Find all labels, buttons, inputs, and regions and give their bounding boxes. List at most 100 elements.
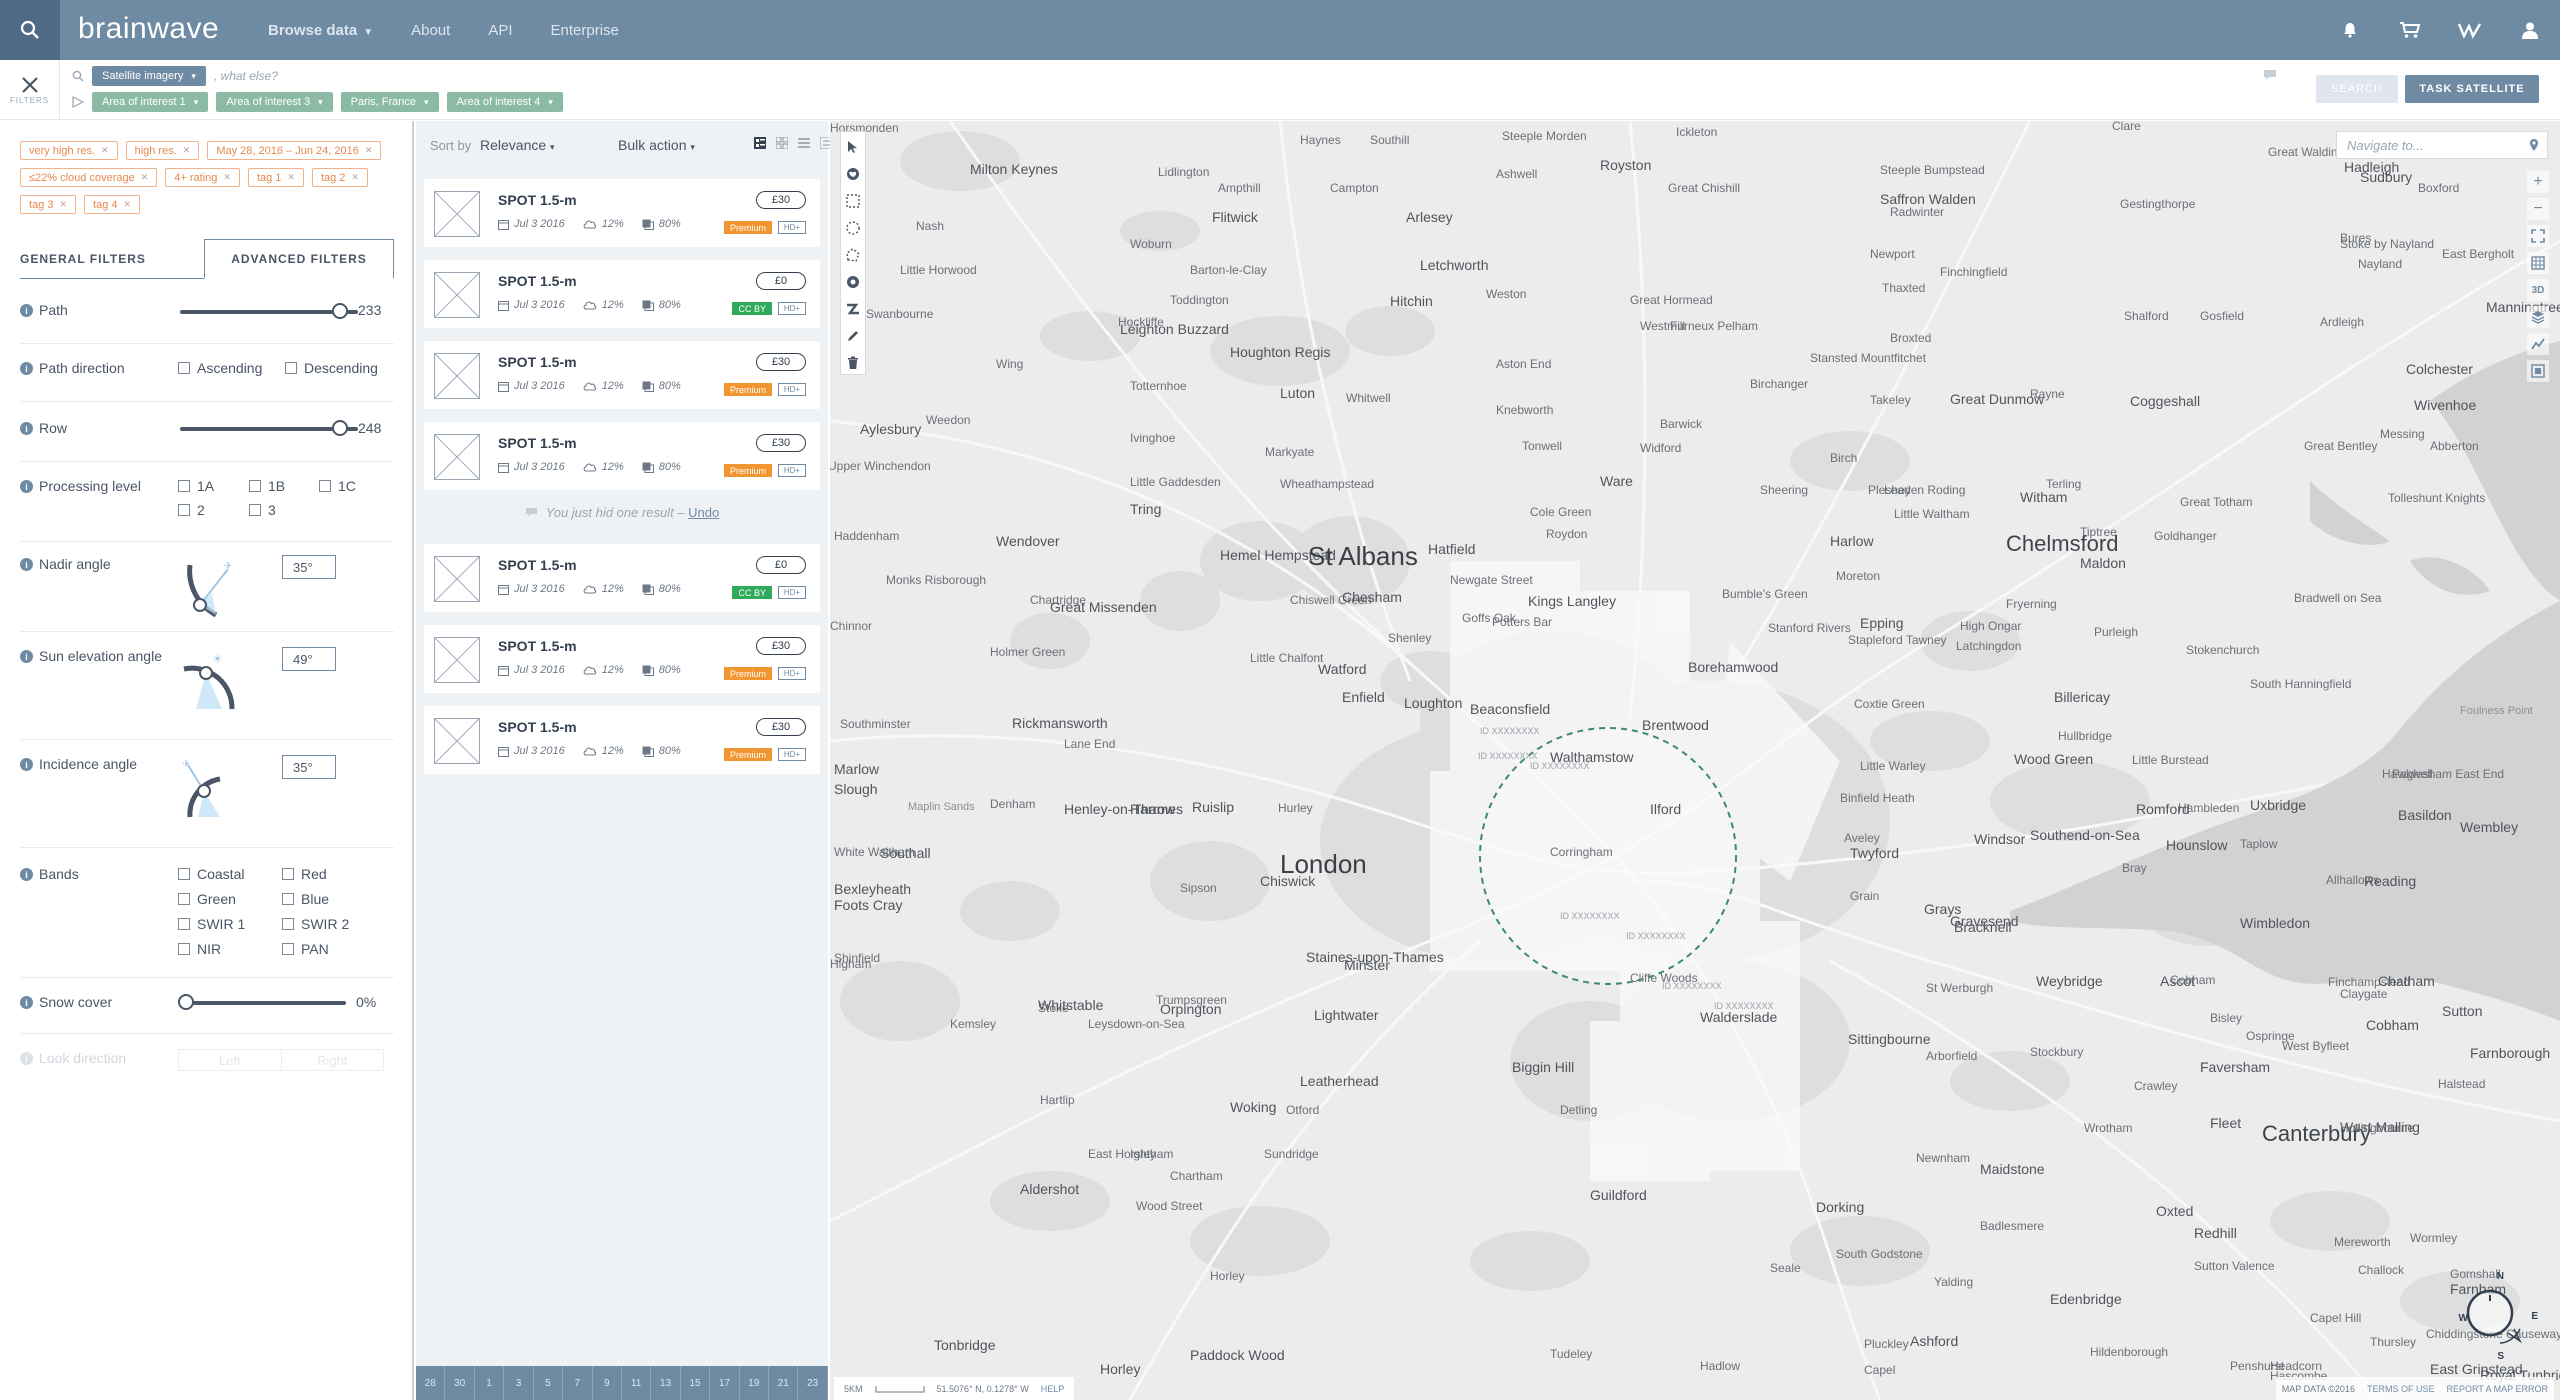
sun-elevation-diagram[interactable]: ☀ (178, 647, 248, 717)
result-card[interactable]: SPOT 1.5-m Jul 3 2016 12% 80% £30 Premium HD+ (424, 422, 820, 490)
filter-tag[interactable]: high res. ✕ (125, 141, 200, 160)
report-error-link[interactable]: REPORT A MAP ERROR (2446, 1384, 2548, 1394)
result-card[interactable]: SPOT 1.5-m Jul 3 2016 12% 80% £30 Premium HD+ (424, 625, 820, 693)
image-footprint-id[interactable]: ID XXXXXXXX (1626, 931, 1686, 941)
timeline-date[interactable]: 13 (651, 1366, 681, 1400)
band-pan-checkbox[interactable]: PAN (282, 941, 329, 957)
price-badge[interactable]: £0 (756, 556, 806, 574)
price-badge[interactable]: £30 (756, 434, 806, 452)
feedback-button[interactable] (2262, 68, 2278, 87)
tab-general-filters[interactable]: GENERAL FILTERS (20, 239, 146, 279)
timeline-date[interactable]: 28 (416, 1366, 446, 1400)
result-card[interactable]: SPOT 1.5-m Jul 3 2016 12% 80% £30 Premium HD+ (424, 341, 820, 409)
timeline-date[interactable]: 9 (593, 1366, 622, 1400)
bulk-action-dropdown[interactable]: Bulk action ▾ (618, 137, 695, 153)
timeline-date[interactable]: 1 (475, 1366, 505, 1400)
notifications-button[interactable] (2320, 0, 2380, 60)
price-badge[interactable]: £30 (756, 718, 806, 736)
user-button[interactable] (2500, 0, 2560, 60)
dataset-chip[interactable]: Satellite imagery ▾ (92, 66, 206, 86)
price-badge[interactable]: £0 (756, 272, 806, 290)
result-card[interactable]: SPOT 1.5-m Jul 3 2016 12% 80% £30 Premium HD+ (424, 179, 820, 247)
select-tool-button[interactable] (842, 136, 864, 159)
timeline-date[interactable]: 17 (710, 1366, 740, 1400)
brand-logo[interactable]: brainwave (78, 12, 219, 46)
filter-tag[interactable]: tag 1 ✕ (247, 168, 304, 187)
filter-tag[interactable]: tag 3 ✕ (20, 195, 77, 214)
info-icon[interactable]: i (20, 650, 33, 663)
sort-dropdown[interactable]: Relevance ▾ (480, 137, 555, 153)
image-footprint-id[interactable]: ID XXXXXXXX (1560, 911, 1620, 921)
globe-tool-button[interactable] (842, 163, 864, 186)
nadir-angle-diagram[interactable]: ✈ (178, 555, 248, 625)
area-chip[interactable]: Area of interest 1 ▾ (92, 92, 209, 112)
incidence-angle-input[interactable]: 35° (282, 755, 336, 779)
grid-layer-button[interactable] (2527, 252, 2549, 274)
nadir-angle-input[interactable]: 35° (282, 555, 336, 579)
cart-button[interactable] (2380, 0, 2440, 60)
query-input[interactable]: , what else? (214, 69, 278, 83)
snow-cover-slider-track[interactable] (180, 1001, 346, 1005)
descending-checkbox[interactable]: Descending (285, 360, 378, 376)
timeline-date[interactable]: 11 (622, 1366, 652, 1400)
location-pin-icon[interactable] (2529, 138, 2539, 152)
price-badge[interactable]: £30 (756, 353, 806, 371)
undo-link[interactable]: Undo (688, 505, 719, 520)
nav-api[interactable]: API (488, 22, 512, 39)
nav-browse-data[interactable]: Browse data ▼ (268, 22, 373, 39)
grid-view-icon[interactable] (776, 137, 788, 149)
tab-advanced-filters[interactable]: ADVANCED FILTERS (204, 239, 394, 279)
snow-cover-slider-handle[interactable] (178, 994, 194, 1010)
result-card[interactable]: SPOT 1.5-m Jul 3 2016 12% 80% £0 CC BY HD+ (424, 260, 820, 328)
info-icon[interactable]: i (20, 480, 33, 493)
help-link[interactable]: HELP (1041, 1384, 1065, 1394)
result-card[interactable]: SPOT 1.5-m Jul 3 2016 12% 80% £0 CC BY HD+ (424, 544, 820, 612)
image-footprint-id[interactable]: ID XXXXXXXX (1478, 751, 1538, 761)
level-2-checkbox[interactable]: 2 (178, 502, 205, 518)
date-timeline[interactable]: 28 30 1 3 5 7 9 11 13 15 17 19 21 23 (416, 1366, 828, 1400)
timeline-date[interactable]: 5 (534, 1366, 564, 1400)
level-1a-checkbox[interactable]: 1A (178, 478, 214, 494)
area-chip[interactable]: Area of interest 4 ▾ (446, 92, 563, 112)
terrain-button[interactable] (2527, 333, 2549, 355)
task-satellite-button[interactable]: TASK SATELLITE (2405, 75, 2539, 103)
timeline-date[interactable]: 3 (504, 1366, 534, 1400)
close-icon[interactable]: ✕ (287, 172, 295, 183)
fullscreen-button[interactable] (2527, 225, 2549, 247)
result-card[interactable]: SPOT 1.5-m Jul 3 2016 12% 80% £30 Premium HD+ (424, 706, 820, 774)
band-swir1-checkbox[interactable]: SWIR 1 (178, 916, 245, 932)
timeline-date[interactable]: 15 (681, 1366, 711, 1400)
row-slider-handle[interactable] (332, 420, 348, 436)
band-nir-checkbox[interactable]: NIR (178, 941, 221, 957)
timeline-date[interactable]: 19 (740, 1366, 770, 1400)
price-badge[interactable]: £30 (756, 191, 806, 209)
info-icon[interactable]: i (20, 304, 33, 317)
info-icon[interactable]: i (20, 868, 33, 881)
level-1c-checkbox[interactable]: 1C (319, 478, 356, 494)
rectangle-tool-button[interactable] (842, 190, 864, 213)
image-footprint-id[interactable]: ID XXXXXXXX (1530, 761, 1590, 771)
close-icon[interactable]: ✕ (223, 172, 231, 183)
sun-elevation-input[interactable]: 49° (282, 647, 336, 671)
edit-tool-button[interactable] (842, 324, 864, 347)
terms-link[interactable]: TERMS OF USE (2367, 1384, 2435, 1394)
point-tool-button[interactable] (842, 270, 864, 293)
zoom-out-button[interactable]: − (2527, 198, 2549, 220)
route-tool-button[interactable] (842, 297, 864, 320)
level-1b-checkbox[interactable]: 1B (249, 478, 285, 494)
close-icon[interactable]: ✕ (351, 172, 359, 183)
zoom-in-button[interactable]: + (2527, 171, 2549, 193)
path-slider-handle[interactable] (332, 303, 348, 319)
map-view[interactable]: Milton Keynes Haynes Southill Steeple Morde… (830, 121, 2560, 1400)
close-icon[interactable]: ✕ (59, 199, 67, 210)
image-footprint-id[interactable]: ID XXXXXXXX (1714, 1001, 1774, 1011)
filter-tag[interactable]: ≤22% cloud coverage ✕ (20, 168, 158, 187)
close-icon[interactable]: ✕ (365, 145, 373, 156)
delete-tool-button[interactable] (842, 351, 864, 374)
polygon-tool-button[interactable] (842, 244, 864, 267)
close-icon[interactable]: ✕ (123, 199, 131, 210)
navigate-to-input[interactable]: Navigate to... (2336, 131, 2548, 159)
filter-tag[interactable]: May 28, 2016 – Jun 24, 2016 ✕ (207, 141, 382, 160)
info-icon[interactable]: i (20, 558, 33, 571)
price-badge[interactable]: £30 (756, 637, 806, 655)
